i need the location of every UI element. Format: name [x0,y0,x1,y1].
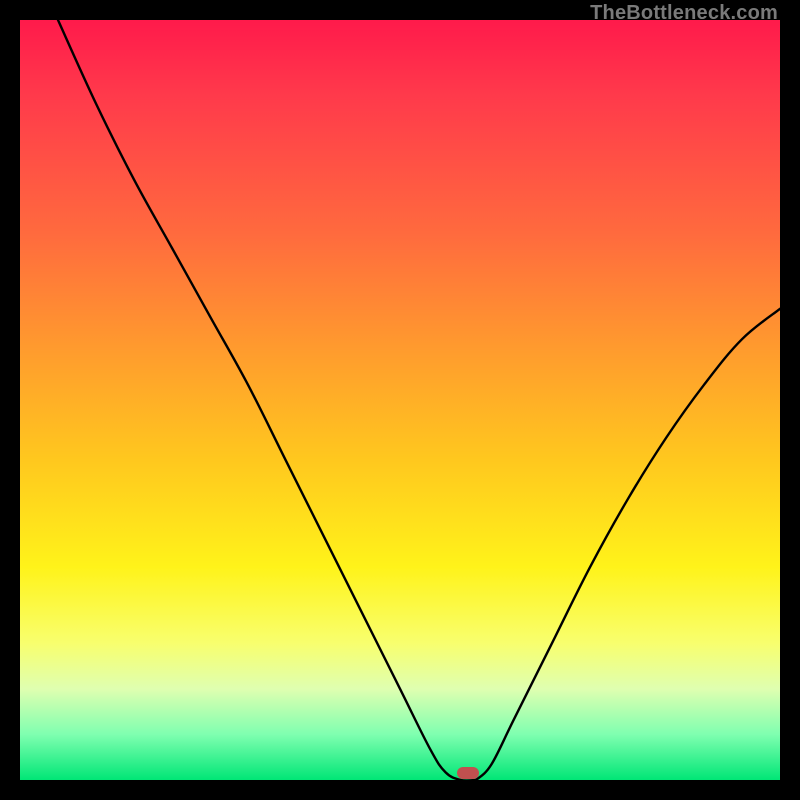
chart-svg [20,20,780,780]
chart-plot-area [20,20,780,780]
minimum-marker [457,767,479,779]
curve-right [476,309,780,780]
chart-frame: TheBottleneck.com [0,0,800,800]
curve-left [58,20,476,780]
